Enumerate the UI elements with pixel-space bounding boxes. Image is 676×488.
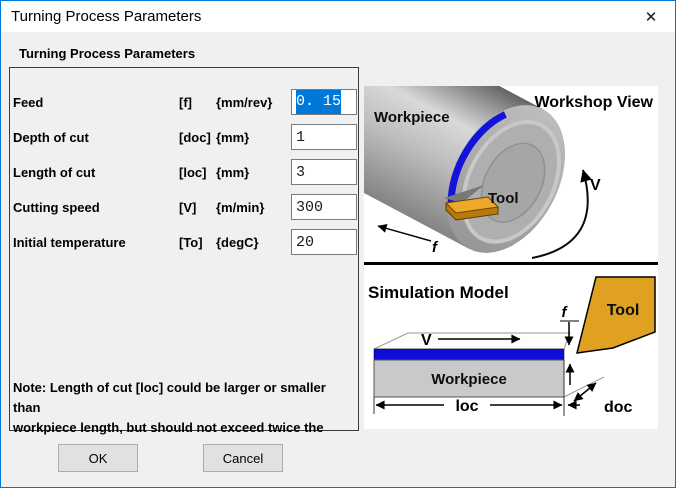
sim-feed-label: f	[562, 304, 569, 321]
workshop-view-title: Workshop View	[534, 94, 653, 111]
sim-length-label: loc	[455, 398, 478, 415]
workshop-view-image: Workpiece Workshop View Tool V f	[364, 86, 654, 259]
temp-unit: {degC}	[216, 234, 259, 250]
doc-dim-arrow	[573, 382, 597, 402]
speed-symbol: [V]	[179, 199, 197, 215]
workshop-speed-label: V	[590, 177, 601, 194]
depth-of-cut-input[interactable]	[291, 124, 357, 150]
title-bar: Turning Process Parameters ✕	[1, 1, 675, 32]
ok-button[interactable]: OK	[58, 444, 138, 472]
feed-input-selected-text: 0. 15	[296, 90, 342, 114]
sim-workpiece-label: Workpiece	[431, 371, 507, 388]
simulation-model-image: Simulation Model V Workpiece f Tool loc …	[368, 276, 656, 416]
workshop-workpiece-label: Workpiece	[374, 109, 450, 126]
length-of-cut-input[interactable]	[291, 159, 357, 185]
doc-unit: {mm}	[216, 129, 250, 145]
workshop-feed-label: f	[432, 239, 439, 256]
close-button[interactable]: ✕	[628, 1, 674, 32]
cut-layer-strip	[373, 348, 565, 361]
loc-label: Length of cut	[13, 164, 96, 180]
feed-label: Feed	[13, 94, 44, 110]
loc-unit: {mm}	[216, 164, 250, 180]
doc-symbol: [doc]	[179, 129, 211, 145]
cancel-button[interactable]: Cancel	[203, 444, 283, 472]
workshop-tool-label: Tool	[488, 190, 519, 207]
window-title: Turning Process Parameters	[11, 8, 202, 25]
feed-direction-arrow	[377, 223, 432, 242]
loc-symbol: [loc]	[179, 164, 207, 180]
cutting-speed-input[interactable]	[291, 194, 357, 220]
feed-unit: {mm/rev}	[216, 94, 273, 110]
block-top-face	[373, 332, 571, 350]
sim-depth-label: doc	[604, 399, 633, 416]
temp-symbol: [To]	[179, 234, 203, 250]
sim-speed-label: V	[421, 332, 432, 349]
note-text: Note: Length of cut [loc] could be large…	[13, 378, 349, 438]
initial-temperature-input[interactable]	[291, 229, 357, 255]
sim-tool-label: Tool	[607, 302, 640, 319]
speed-unit: {m/min}	[216, 199, 265, 215]
groupbox-label: Turning Process Parameters	[19, 46, 196, 61]
close-icon: ✕	[644, 8, 658, 26]
speed-label: Cutting speed	[13, 199, 100, 215]
feed-input[interactable]: 0. 15	[291, 89, 357, 115]
temp-label: Initial temperature	[13, 234, 126, 250]
note-line-2: workpiece length, but should not exceed …	[13, 420, 324, 435]
note-line-1: Note: Length of cut [loc] could be large…	[13, 380, 326, 415]
doc-label: Depth of cut	[13, 129, 89, 145]
simulation-model-title: Simulation Model	[368, 283, 509, 302]
feed-symbol: [f]	[179, 94, 192, 110]
dialog-window: Turning Process Parameters ✕ Turning Pro…	[0, 0, 676, 488]
